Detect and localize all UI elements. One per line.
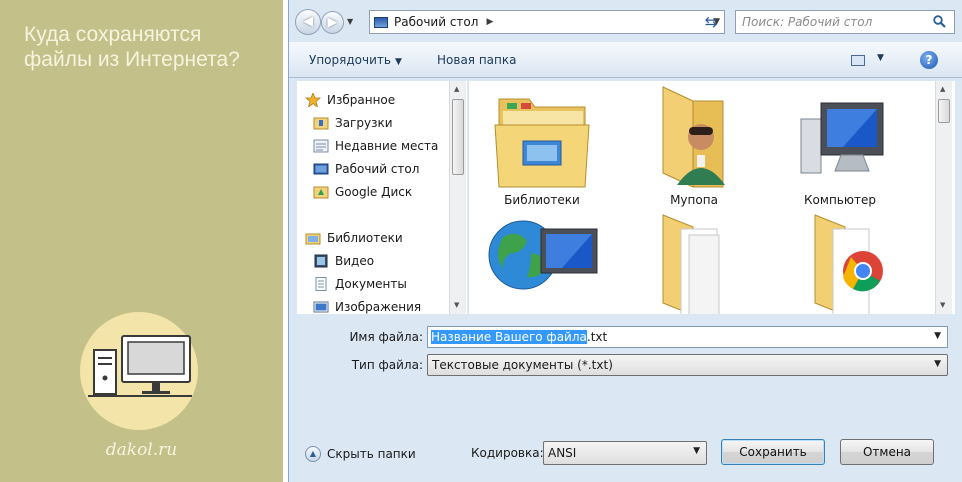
- nav-item-label: Избранное: [327, 93, 396, 107]
- star-icon: [305, 93, 321, 107]
- user-folder-icon: [662, 86, 725, 188]
- nav-item-label: Библиотеки: [327, 231, 403, 245]
- article-banner: Куда сохраняются файлы из Интернета? dak…: [0, 0, 283, 482]
- file-item-label: Мупопа: [670, 193, 718, 207]
- chevron-up-icon: ▲: [305, 446, 321, 462]
- nav-item-google-drive[interactable]: Google Диск: [313, 182, 412, 202]
- video-icon: [314, 254, 328, 268]
- back-button[interactable]: ◀: [295, 9, 321, 35]
- forward-button[interactable]: ▶: [321, 11, 344, 34]
- desktop-icon: [374, 16, 388, 28]
- file-view-scrollbar[interactable]: ▲ ▼: [935, 81, 952, 314]
- file-item-label: Библиотеки: [504, 193, 580, 207]
- chevron-down-icon[interactable]: ▼: [934, 359, 941, 369]
- google-drive-icon: [313, 186, 329, 199]
- desktop-icon: [313, 163, 329, 175]
- organize-label: Упорядочить: [309, 53, 391, 67]
- arrow-right-icon: ▶: [327, 14, 338, 30]
- computer-logo-icon: [88, 335, 192, 397]
- folder-icon: [662, 214, 720, 314]
- filetype-select[interactable]: Текстовые документы (*.txt) ▼: [427, 354, 948, 376]
- filetype-value: Текстовые документы (*.txt): [432, 358, 613, 372]
- nav-item-label: Недавние места: [335, 139, 439, 153]
- nav-item-label: Загрузки: [335, 116, 393, 130]
- chevron-down-icon[interactable]: ▼: [693, 446, 700, 456]
- filename-selected-text: Название Вашего файла: [431, 330, 587, 344]
- scroll-down-icon[interactable]: ▼: [940, 301, 945, 309]
- scroll-down-icon[interactable]: ▼: [454, 301, 459, 309]
- file-item-chrome[interactable]: [775, 207, 905, 314]
- nav-item-documents[interactable]: Документы: [313, 274, 407, 294]
- nav-item-desktop[interactable]: Рабочий стол: [313, 159, 419, 179]
- nav-scroll-thumb[interactable]: [452, 99, 464, 175]
- scroll-up-icon[interactable]: ▲: [940, 85, 945, 93]
- navigation-pane: Избранное Загрузки Недавние места Рабочи…: [297, 81, 467, 314]
- nav-item-video[interactable]: Видео: [313, 251, 374, 271]
- nav-item-libraries[interactable]: Библиотеки: [305, 228, 403, 248]
- banner-title: Куда сохраняются файлы из Интернета?: [24, 23, 240, 71]
- view-options-icon[interactable]: [851, 55, 865, 66]
- search-icon[interactable]: [933, 15, 946, 28]
- cancel-button[interactable]: Отмена: [840, 439, 934, 465]
- file-scroll-thumb[interactable]: [938, 99, 950, 123]
- nav-item-downloads[interactable]: Загрузки: [313, 113, 393, 133]
- search-box[interactable]: [735, 10, 955, 34]
- encoding-select[interactable]: ANSI ▼: [543, 441, 707, 465]
- downloads-icon: [313, 117, 329, 130]
- nav-item-favorites[interactable]: Избранное: [305, 90, 395, 110]
- file-item-network[interactable]: [477, 207, 607, 314]
- search-input[interactable]: [742, 14, 928, 30]
- chevron-down-icon: ▼: [394, 57, 402, 67]
- documents-icon: [315, 277, 327, 291]
- new-folder-button[interactable]: Новая папка: [437, 53, 516, 67]
- nav-item-label: Документы: [335, 277, 407, 291]
- file-item-folder[interactable]: [629, 207, 759, 314]
- nav-pane-scrollbar[interactable]: ▲ ▼: [449, 81, 466, 314]
- hide-folders-label: Скрыть папки: [327, 447, 416, 461]
- scroll-up-icon[interactable]: ▲: [454, 85, 459, 93]
- chrome-folder-icon: [814, 214, 883, 314]
- refresh-icon[interactable]: ⇆: [699, 13, 723, 31]
- recent-places-icon: [313, 139, 329, 153]
- address-bar[interactable]: Рабочий стол ▶ ▼: [369, 10, 725, 34]
- command-toolbar: Упорядочить ▼ Новая папка ▼ ?: [289, 42, 962, 78]
- chevron-down-icon[interactable]: ▼: [934, 331, 941, 341]
- file-view: Библиотеки Мупопа Компьютер ▲ ▼: [469, 81, 955, 314]
- encoding-label: Кодировка:: [471, 446, 544, 460]
- help-icon[interactable]: ?: [920, 51, 938, 69]
- file-item-label: Компьютер: [804, 193, 876, 207]
- filetype-label: Тип файла:: [351, 358, 423, 372]
- nav-item-label: Google Диск: [335, 185, 413, 199]
- libraries-icon: [305, 233, 321, 245]
- network-globe-icon: [488, 220, 598, 290]
- site-name: dakol.ru: [105, 440, 178, 460]
- filename-input[interactable]: Название Вашего файла .txt ▼: [427, 326, 948, 348]
- libraries-folder-icon: [494, 98, 590, 188]
- save-as-dialog: ◀ ▶ ▼ Рабочий стол ▶ ▼ ⇆ Упорядочить▼ Но…: [288, 0, 962, 482]
- arrow-left-icon: ◀: [303, 13, 313, 29]
- nav-item-label: Рабочий стол: [335, 162, 420, 176]
- organize-button[interactable]: Упорядочить ▼: [309, 53, 402, 67]
- nav-item-recent-places[interactable]: Недавние места: [313, 136, 438, 156]
- file-item-computer[interactable]: Компьютер: [775, 81, 905, 211]
- breadcrumb-arrow-icon[interactable]: ▶: [486, 17, 493, 27]
- view-dropdown-icon[interactable]: ▼: [877, 53, 884, 63]
- computer-icon: [800, 102, 884, 174]
- history-dropdown-icon[interactable]: ▼: [347, 17, 355, 29]
- nav-item-images[interactable]: Изображения: [313, 297, 421, 314]
- file-item-libraries[interactable]: Библиотеки: [477, 81, 607, 211]
- save-button[interactable]: Сохранить: [721, 439, 825, 465]
- address-location[interactable]: Рабочий стол: [394, 15, 478, 29]
- nav-item-label: Видео: [335, 254, 375, 268]
- encoding-value: ANSI: [548, 446, 577, 460]
- filename-label: Имя файла:: [349, 330, 423, 344]
- filename-extension: .txt: [586, 330, 608, 344]
- file-item-user[interactable]: Мупопа: [629, 81, 759, 211]
- hide-folders-toggle[interactable]: ▲ Скрыть папки: [305, 446, 416, 462]
- images-icon: [313, 301, 329, 313]
- nav-item-label: Изображения: [335, 300, 422, 314]
